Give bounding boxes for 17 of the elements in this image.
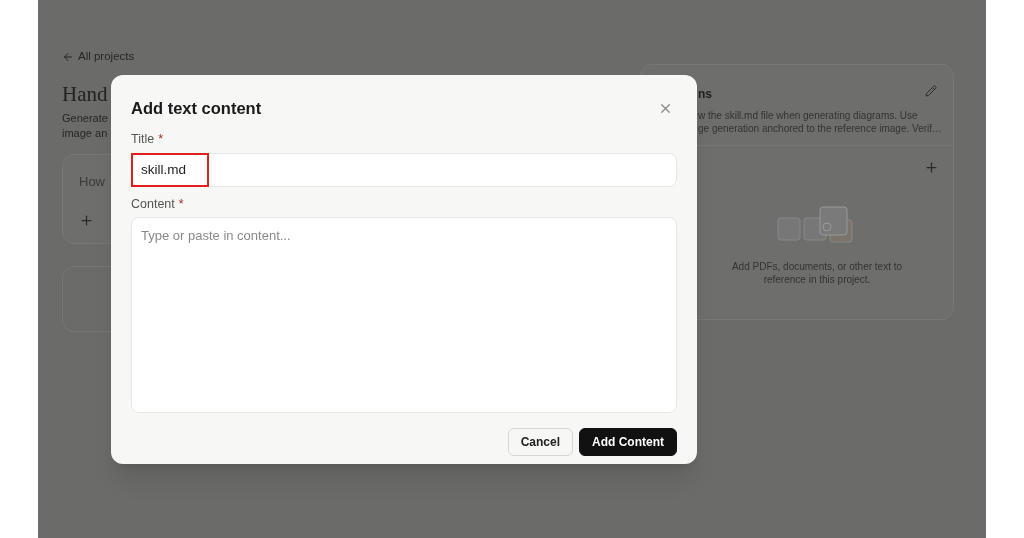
dialog-title: Add text content <box>131 98 262 119</box>
required-mark: * <box>158 130 164 148</box>
required-mark: * <box>178 195 184 213</box>
field-label: Content <box>131 195 175 213</box>
title-input[interactable]: skill.md <box>131 152 677 187</box>
content-textarea[interactable]: Type or paste in content... <box>131 217 677 414</box>
instructions-text: ge generation anchored to the reference image. Verif… <box>698 122 939 136</box>
plus-icon[interactable] <box>79 213 94 229</box>
plus-icon[interactable] <box>924 160 939 176</box>
description-text: Generate <box>62 111 108 127</box>
back-arrow-icon <box>62 50 74 63</box>
add-content-button[interactable]: Add Content <box>579 428 677 457</box>
description-text: image an <box>62 126 108 142</box>
cancel-button[interactable]: Cancel <box>507 428 573 457</box>
instructions-heading: ns <box>698 87 712 102</box>
pencil-icon[interactable] <box>925 85 937 98</box>
field-label: Title <box>131 130 155 148</box>
